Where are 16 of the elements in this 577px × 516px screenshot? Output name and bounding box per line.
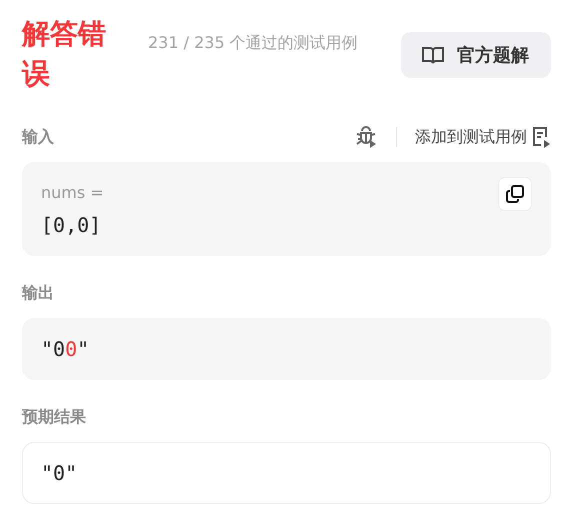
copy-button[interactable]: [498, 177, 532, 211]
copy-icon: [505, 184, 525, 204]
expected-value: "0": [41, 460, 78, 487]
section-label: 输入: [22, 126, 54, 148]
section-label: 预期结果: [22, 406, 86, 428]
solution-button[interactable]: 官方题解: [401, 32, 551, 78]
add-to-tests-button[interactable]: 添加到测试用例: [415, 126, 551, 148]
document-play-icon: [531, 126, 551, 148]
test-summary: 231 / 235 个通过的测试用例: [148, 32, 359, 54]
output-value: "00": [41, 336, 90, 363]
bug-play-icon[interactable]: [354, 125, 378, 149]
result-title: 解答错误: [22, 16, 107, 92]
param-name: nums =: [41, 182, 104, 204]
param-value: [0,0]: [41, 212, 102, 239]
section-label: 输出: [22, 282, 54, 304]
book-icon: [421, 45, 445, 65]
